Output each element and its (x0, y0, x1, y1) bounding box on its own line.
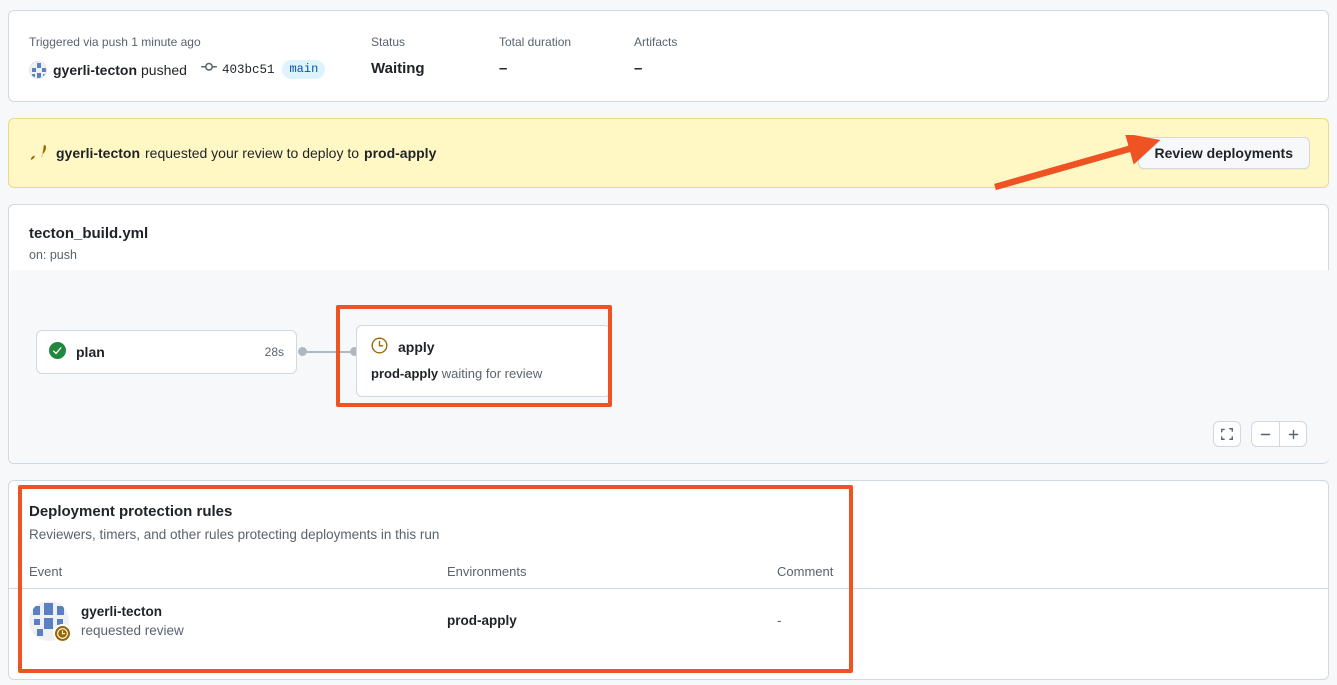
review-deployments-button[interactable]: Review deployments (1137, 137, 1310, 169)
fullscreen-icon[interactable] (1213, 421, 1241, 447)
protection-rules-table: Event Environments Comment gyerli-tecton… (9, 542, 1328, 652)
job-node-apply-status-text: waiting for review (441, 366, 543, 381)
event-action-text: requested review (81, 622, 184, 638)
protection-rules-header: Deployment protection rules Reviewers, t… (9, 481, 1328, 542)
table-header-row: Event Environments Comment (9, 542, 1328, 588)
banner-message: gyerli-tecton requested your review to d… (29, 144, 437, 162)
clock-badge-icon (53, 623, 72, 643)
workflow-graph-card: tecton_build.yml on: push plan 28s apply… (8, 204, 1329, 464)
artifacts-value: – (634, 60, 643, 77)
job-node-apply-environment: prod-apply (371, 366, 439, 381)
event-cell: gyerli-tecton requested review (29, 600, 447, 643)
status-label: Status (371, 35, 406, 49)
job-node-apply[interactable]: apply prod-apply waiting for review (356, 325, 611, 397)
duration-value: – (499, 60, 508, 77)
column-header-comment: Comment (777, 564, 834, 579)
trigger-action: pushed (141, 61, 187, 78)
commit-group: 403bc51 main (200, 59, 326, 80)
duration-column: Total duration – (499, 33, 634, 80)
workflow-trigger-event: on: push (29, 248, 77, 262)
protection-rules-subtitle: Reviewers, timers, and other rules prote… (29, 527, 440, 542)
status-column: Status Waiting (371, 33, 499, 80)
protection-rules-title: Deployment protection rules (29, 503, 233, 520)
trigger-column: Triggered via push 1 minute ago gyerli-t… (29, 33, 371, 80)
banner-actor: gyerli-tecton (56, 145, 141, 161)
git-commit-icon (200, 59, 217, 80)
banner-environment: prod-apply (364, 145, 437, 161)
branch-chip[interactable]: main (282, 60, 326, 79)
rocket-icon (29, 144, 46, 162)
plus-icon[interactable] (1279, 421, 1307, 447)
event-actor-name[interactable]: gyerli-tecton (81, 602, 184, 621)
check-circle-fill-icon (49, 342, 66, 362)
table-row: gyerli-tecton requested review prod-appl… (9, 588, 1328, 652)
artifacts-column: Artifacts – (634, 33, 754, 80)
banner-text: requested your review to deploy to (145, 145, 360, 161)
graph-edge-plan-to-apply (303, 351, 351, 353)
clock-icon (371, 337, 388, 357)
environment-cell: prod-apply (447, 613, 517, 628)
commit-sha[interactable]: 403bc51 (222, 60, 275, 80)
workflow-graph-canvas[interactable]: plan 28s apply prod-apply waiting for re… (10, 270, 1329, 463)
trigger-value: gyerli-tecton pushed 403bc51 main (29, 59, 371, 80)
avatar (29, 600, 72, 643)
run-summary-card: Triggered via push 1 minute ago gyerli-t… (8, 10, 1329, 102)
job-node-apply-detail: prod-apply waiting for review (371, 366, 596, 381)
job-node-plan-label: plan (76, 344, 105, 360)
status-value: Waiting (371, 60, 425, 77)
deployment-protection-rules-card: Deployment protection rules Reviewers, t… (8, 480, 1329, 680)
review-request-banner: gyerli-tecton requested your review to d… (8, 118, 1329, 188)
workflow-header: tecton_build.yml on: push (9, 205, 1328, 262)
job-node-apply-label: apply (398, 339, 435, 355)
job-node-plan[interactable]: plan 28s (36, 330, 297, 374)
event-actor-block: gyerli-tecton requested review (81, 602, 184, 640)
workflow-file-name: tecton_build.yml (29, 225, 149, 242)
trigger-label: Triggered via push 1 minute ago (29, 35, 201, 49)
minus-icon[interactable] (1251, 421, 1279, 447)
user-avatar-identicon-icon (29, 60, 47, 79)
column-header-event: Event (29, 564, 63, 579)
trigger-actor[interactable]: gyerli-tecton (53, 60, 137, 80)
graph-controls (1213, 421, 1307, 447)
column-header-environments: Environments (447, 564, 527, 579)
artifacts-label: Artifacts (634, 35, 678, 49)
comment-cell: - (777, 613, 782, 628)
duration-label: Total duration (499, 35, 572, 49)
job-node-plan-duration: 28s (264, 345, 284, 359)
